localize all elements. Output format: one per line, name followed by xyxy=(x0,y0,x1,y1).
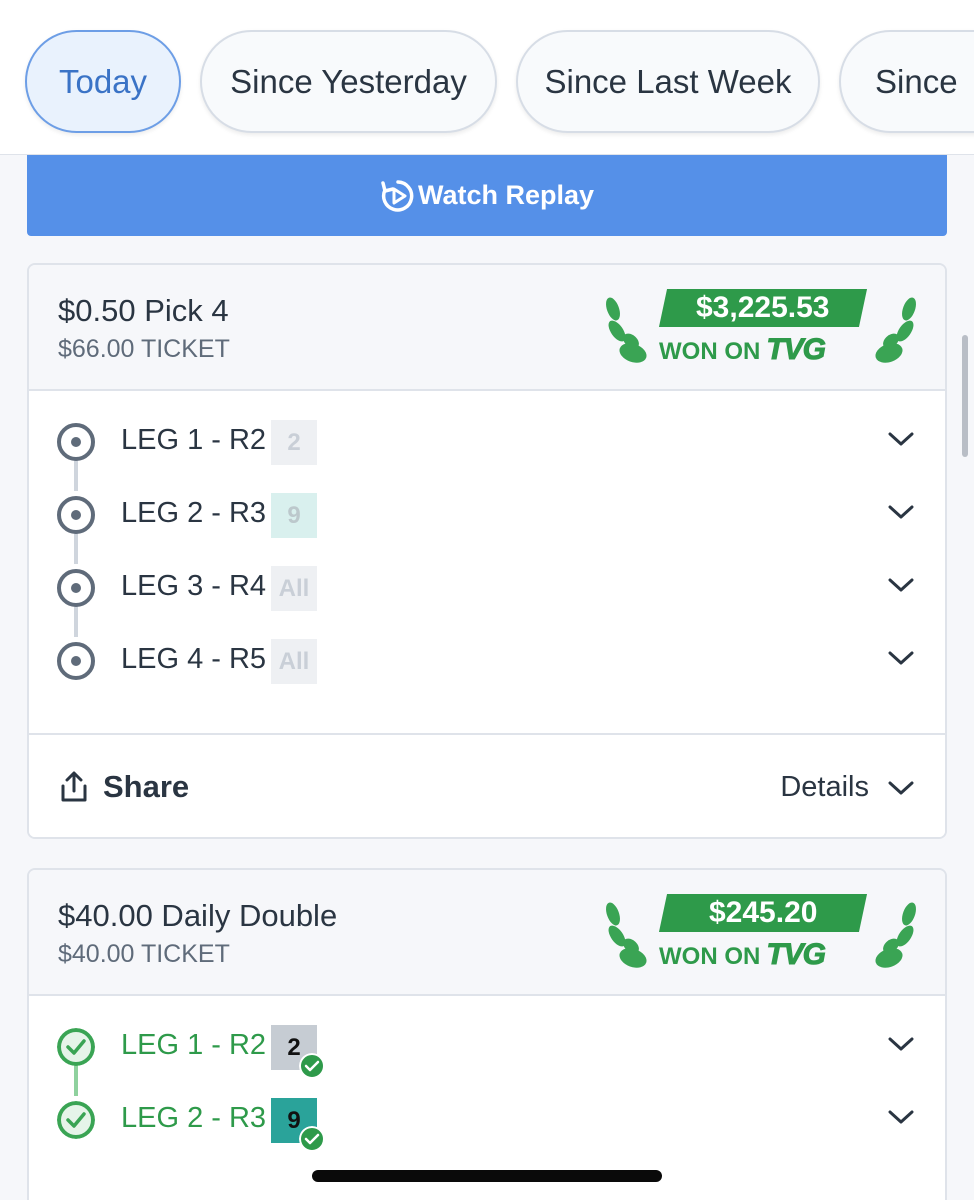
tvg-logo: TVG xyxy=(766,333,827,367)
win-badge: $3,225.53 WON ON TVG xyxy=(603,287,919,369)
chevron-down-icon[interactable] xyxy=(887,1034,915,1054)
bets-screen: Today Since Yesterday Since Last Week Si… xyxy=(0,0,974,1200)
bet-card-header[interactable]: $0.50 Pick 4 $66.00 TICKET $3,225.53 WON… xyxy=(29,265,945,391)
leg-label: LEG 2 - R3 xyxy=(121,1102,267,1134)
leg-pending-icon xyxy=(57,423,95,461)
share-icon xyxy=(61,771,87,802)
bet-title: $0.50 Pick 4 xyxy=(58,293,229,328)
filter-since-more[interactable]: Since xyxy=(839,30,974,133)
win-badge: $245.20 WON ON TVG xyxy=(603,892,919,974)
won-amount: $245.20 xyxy=(658,894,868,932)
watch-replay-label: Watch Replay xyxy=(417,180,595,210)
bet-card-header[interactable]: $40.00 Daily Double $40.00 TICKET $245.2… xyxy=(29,870,945,996)
chevron-down-icon[interactable] xyxy=(887,575,915,595)
leg-pending-icon xyxy=(57,642,95,680)
check-badge-icon xyxy=(299,1053,325,1079)
won-on-label: WON ON TVG xyxy=(659,938,827,972)
leg-row[interactable]: LEG 4 - R5 All xyxy=(29,630,945,690)
bet-title: $40.00 Daily Double xyxy=(58,898,338,933)
leg-pending-icon xyxy=(57,569,95,607)
filter-since-last-week[interactable]: Since Last Week xyxy=(516,30,820,133)
laurel-left-icon xyxy=(606,902,647,968)
share-button[interactable]: Share xyxy=(59,769,189,805)
check-circle-icon xyxy=(57,1028,95,1066)
won-on-label: WON ON TVG xyxy=(659,333,827,367)
leg-pending-icon xyxy=(57,496,95,534)
filter-since-yesterday[interactable]: Since Yesterday xyxy=(200,30,497,133)
leg-selection: All xyxy=(271,639,317,684)
chevron-down-icon[interactable] xyxy=(887,502,915,522)
details-label: Details xyxy=(780,771,869,803)
leg-label: LEG 4 - R5 xyxy=(121,643,267,675)
leg-row[interactable]: LEG 3 - R4 All xyxy=(29,557,945,617)
leg-selection: 2 xyxy=(271,420,317,465)
filter-today[interactable]: Today xyxy=(25,30,181,133)
leg-row[interactable]: LEG 1 - R2 2 xyxy=(29,1016,945,1079)
home-indicator[interactable] xyxy=(312,1170,662,1182)
date-filter-bar: Today Since Yesterday Since Last Week Si… xyxy=(0,0,974,155)
chevron-down-icon[interactable] xyxy=(887,1107,915,1127)
bet-card: $0.50 Pick 4 $66.00 TICKET $3,225.53 WON… xyxy=(27,263,947,839)
check-circle-icon xyxy=(57,1101,95,1139)
bet-ticket: $40.00 TICKET xyxy=(58,940,230,968)
details-toggle[interactable]: Details xyxy=(780,771,915,804)
bet-card: $40.00 Daily Double $40.00 TICKET $245.2… xyxy=(27,868,947,1200)
leg-selection: 9 xyxy=(271,493,317,538)
chevron-down-icon[interactable] xyxy=(887,648,915,668)
leg-row[interactable]: LEG 2 - R3 9 xyxy=(29,484,945,544)
scrollbar[interactable] xyxy=(962,335,968,457)
won-amount: $3,225.53 xyxy=(658,289,868,327)
replay-icon xyxy=(381,179,414,212)
tvg-logo: TVG xyxy=(766,938,827,972)
chevron-down-icon xyxy=(888,781,914,794)
bet-card-footer: Share Details xyxy=(29,733,945,837)
leg-row[interactable]: LEG 2 - R3 9 xyxy=(29,1089,945,1152)
bet-ticket: $66.00 TICKET xyxy=(58,335,230,363)
laurel-right-icon xyxy=(875,297,916,363)
laurel-left-icon xyxy=(606,297,647,363)
check-badge-icon xyxy=(299,1126,325,1152)
leg-label: LEG 3 - R4 xyxy=(121,570,267,602)
laurel-right-icon xyxy=(875,902,916,968)
leg-label: LEG 2 - R3 xyxy=(121,497,267,529)
share-label: Share xyxy=(103,769,190,804)
leg-row[interactable]: LEG 1 - R2 2 xyxy=(29,411,945,471)
watch-replay-button[interactable]: Watch Replay xyxy=(27,155,947,236)
chevron-down-icon[interactable] xyxy=(887,429,915,449)
leg-label: LEG 1 - R2 xyxy=(121,1029,267,1061)
leg-selection: All xyxy=(271,566,317,611)
leg-label: LEG 1 - R2 xyxy=(121,424,267,456)
